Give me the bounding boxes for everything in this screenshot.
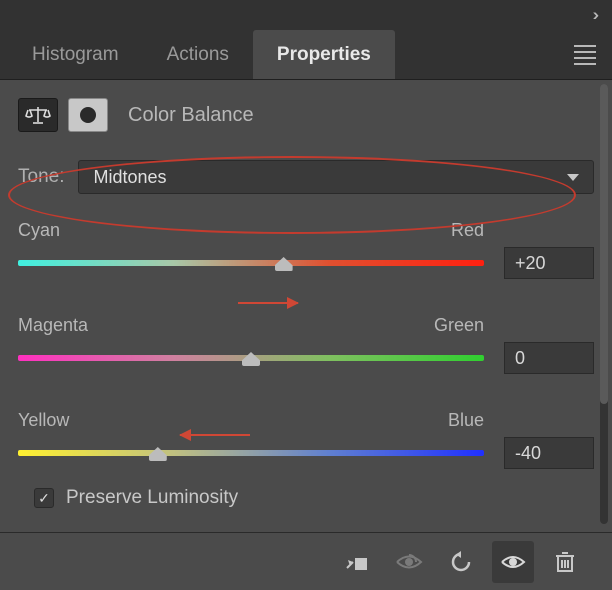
panel-menu-icon[interactable] bbox=[574, 30, 596, 79]
yellow-blue-slider[interactable] bbox=[18, 450, 484, 456]
tone-select-value: Midtones bbox=[93, 167, 166, 188]
tab-histogram-label: Histogram bbox=[32, 44, 119, 66]
tab-histogram[interactable]: Histogram bbox=[8, 30, 143, 79]
tone-select[interactable]: Midtones bbox=[78, 160, 594, 194]
slider2-thumb[interactable] bbox=[242, 352, 260, 366]
expand-chevrons-icon[interactable]: ›› bbox=[593, 5, 594, 25]
tab-actions-label: Actions bbox=[167, 44, 229, 66]
balance-scale-icon bbox=[25, 104, 51, 126]
magenta-green-slider[interactable] bbox=[18, 355, 484, 361]
view-previous-button[interactable] bbox=[388, 541, 430, 583]
chevron-down-icon bbox=[567, 174, 579, 181]
tab-properties-label: Properties bbox=[277, 44, 371, 66]
slider2-right-label: Green bbox=[422, 315, 484, 336]
slider1-right-label: Red bbox=[422, 220, 484, 241]
slider1-value-input[interactable]: +20 bbox=[504, 247, 594, 279]
panel-title: Color Balance bbox=[128, 104, 254, 127]
tab-properties[interactable]: Properties bbox=[253, 30, 395, 79]
tab-actions[interactable]: Actions bbox=[143, 30, 253, 79]
preserve-luminosity-checkbox[interactable]: ✓ bbox=[34, 488, 54, 508]
slider3-value-input[interactable]: -40 bbox=[504, 437, 594, 469]
properties-panel: Color Balance Tone: Midtones Cyan Red +2… bbox=[0, 80, 612, 532]
clip-to-layer-button[interactable] bbox=[336, 541, 378, 583]
cyan-red-slider[interactable] bbox=[18, 260, 484, 266]
slider2-value-input[interactable]: 0 bbox=[504, 342, 594, 374]
reset-button[interactable] bbox=[440, 541, 482, 583]
panel-scrollbar[interactable] bbox=[600, 84, 608, 524]
mask-circle-icon bbox=[78, 105, 98, 125]
clip-icon bbox=[345, 552, 369, 572]
tone-label: Tone: bbox=[18, 166, 64, 188]
slider1-left-label: Cyan bbox=[18, 220, 60, 241]
slider1-thumb[interactable] bbox=[275, 257, 293, 271]
eye-icon bbox=[500, 553, 526, 571]
slider3-thumb[interactable] bbox=[149, 447, 167, 461]
reset-icon bbox=[449, 551, 473, 573]
panel-footer bbox=[0, 532, 612, 590]
toggle-visibility-button[interactable] bbox=[492, 541, 534, 583]
delete-button[interactable] bbox=[544, 541, 586, 583]
slider3-left-label: Yellow bbox=[18, 410, 69, 431]
preserve-luminosity-label: Preserve Luminosity bbox=[66, 487, 238, 509]
trash-icon bbox=[555, 551, 575, 573]
slider3-right-label: Blue bbox=[422, 410, 484, 431]
slider2-left-label: Magenta bbox=[18, 315, 88, 336]
adjustment-type-icon[interactable] bbox=[18, 98, 58, 132]
scrollbar-handle[interactable] bbox=[600, 84, 608, 404]
layer-mask-icon[interactable] bbox=[68, 98, 108, 132]
eye-slash-icon bbox=[395, 553, 423, 571]
